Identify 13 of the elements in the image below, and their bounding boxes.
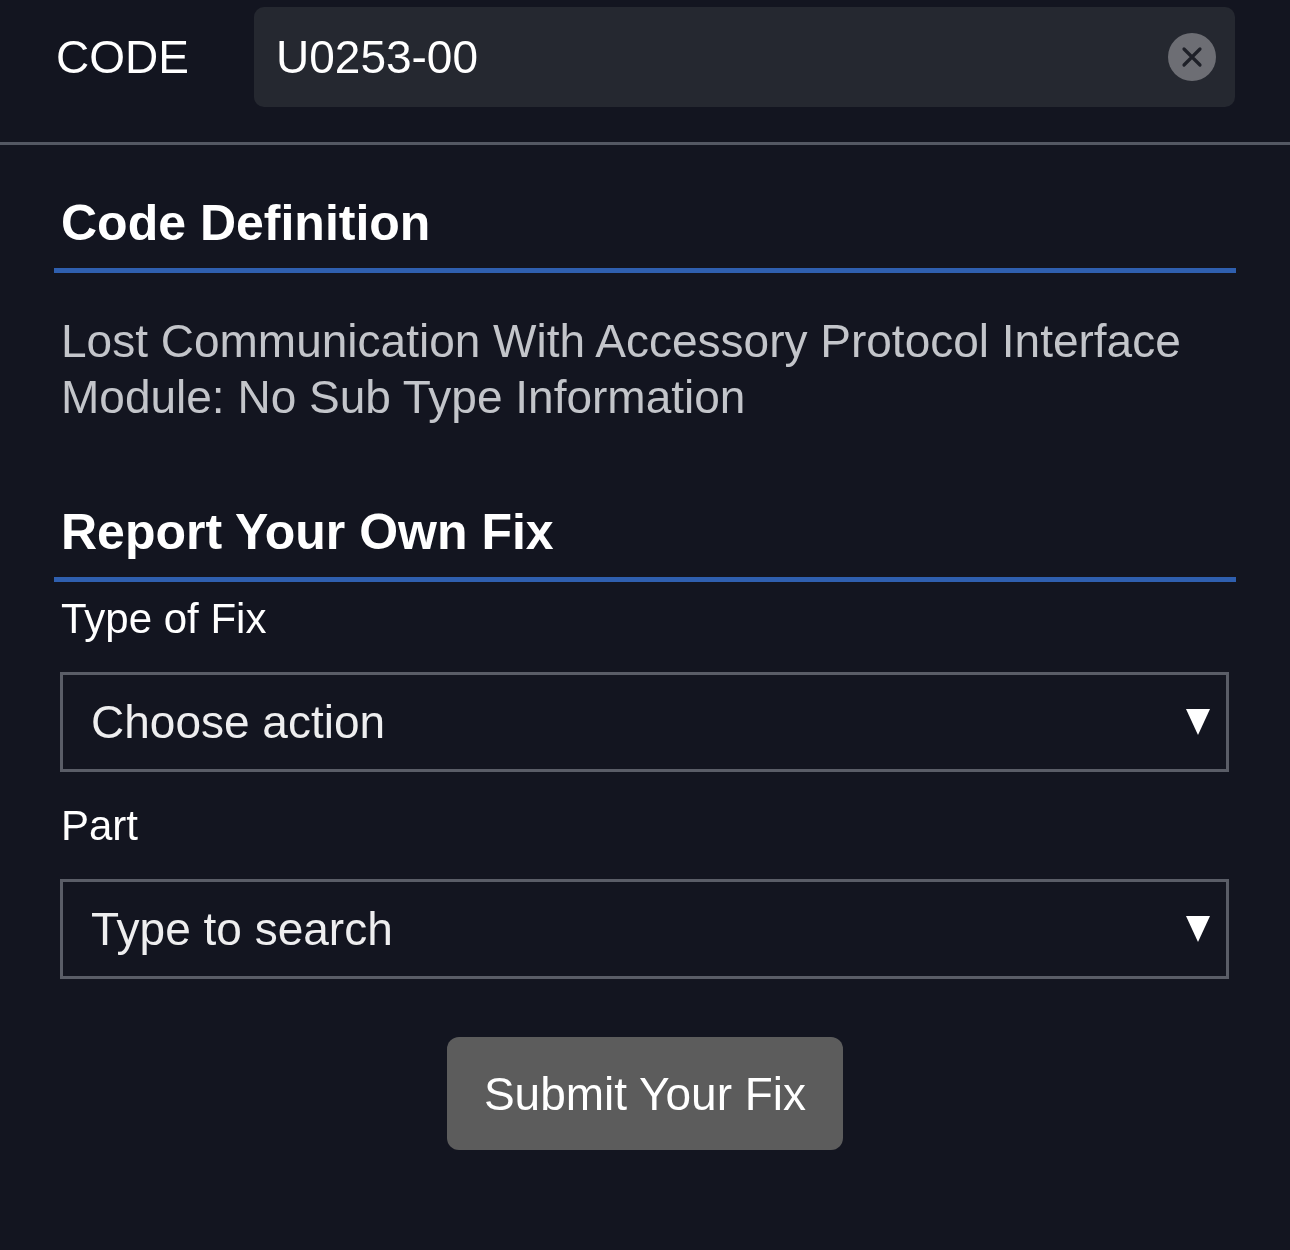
definition-text: Lost Communication With Accessory Protocol Interface Module: No Sub Type Information — [60, 314, 1182, 425]
code-search-field[interactable]: U0253-00 — [254, 7, 1235, 107]
field-label: Type of Fix — [61, 594, 267, 644]
dropdown-field[interactable]: Choose action — [60, 672, 1229, 772]
code-label: CODE — [56, 30, 190, 85]
caret-icon — [1186, 709, 1210, 735]
submit-button[interactable]: Submit Your Fix — [447, 1037, 843, 1150]
dropdown-field[interactable]: Type to search — [60, 879, 1229, 979]
field-label: Part — [61, 801, 139, 851]
close-icon[interactable] — [1168, 33, 1216, 81]
section-heading: Report Your Own Fix — [60, 503, 555, 562]
caret-icon — [1186, 916, 1210, 942]
section-heading: Code Definition — [60, 194, 432, 253]
